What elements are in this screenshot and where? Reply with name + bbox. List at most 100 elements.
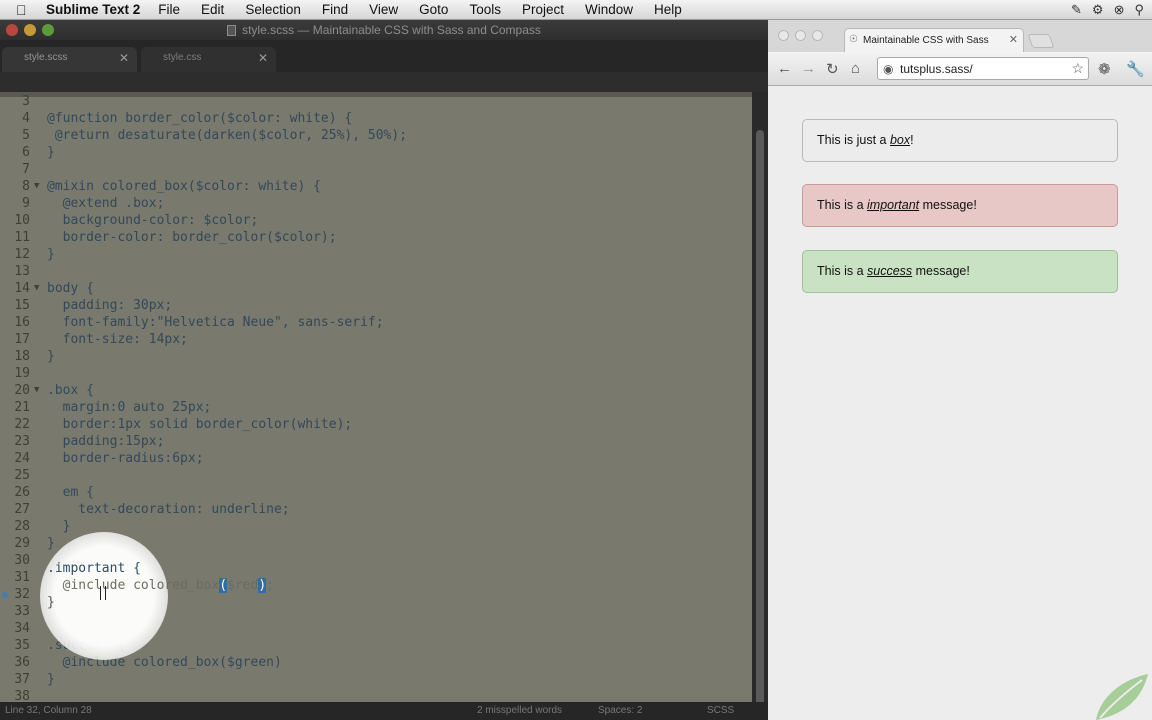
close-circle-icon[interactable]: ⊗ <box>1114 2 1125 18</box>
code-line[interactable]: 17 font-size: 14px; <box>0 331 752 348</box>
menu-project[interactable]: Project <box>522 2 564 17</box>
code-text: text-decoration: underline; <box>47 502 290 517</box>
code-text: @return desaturate(darken($color, 25%), … <box>47 128 408 143</box>
indentation-setting[interactable]: Spaces: 2 <box>598 705 642 716</box>
code-line[interactable]: 4 @function border_color($color: white) { <box>0 110 752 127</box>
editor-scrollbar-thumb[interactable] <box>756 130 764 710</box>
code-line[interactable]: 20 ▼ .box { <box>0 382 752 399</box>
fold-arrow-icon[interactable]: ▼ <box>34 178 39 195</box>
code-line[interactable]: 23 padding:15px; <box>0 433 752 450</box>
modified-line-icon <box>2 592 8 598</box>
code-line[interactable]: 13 <box>0 263 752 280</box>
code-line[interactable]: 22 border:1px solid border_color(white); <box>0 416 752 433</box>
line-number: 24 <box>14 451 30 466</box>
code-text: @extend .box; <box>47 196 165 211</box>
menu-selection[interactable]: Selection <box>245 2 301 17</box>
close-window-button[interactable] <box>6 24 18 36</box>
code-line[interactable]: 19 <box>0 365 752 382</box>
wrench-icon[interactable]: 🔧 <box>1126 60 1145 78</box>
spotlight-code-line: @include colored_box($red); <box>47 578 274 593</box>
code-line[interactable]: 26 em { <box>0 484 752 501</box>
tab-style-scss[interactable]: style.scss ✕ <box>2 47 137 72</box>
address-bar[interactable]: ◉ tutsplus.sass/ ☆ <box>877 57 1089 80</box>
close-icon[interactable]: ✕ <box>258 51 268 65</box>
code-line[interactable]: 16 font-family:"Helvetica Neue", sans-se… <box>0 314 752 331</box>
back-arrow-icon[interactable]: ← <box>777 60 792 77</box>
minimize-window-button[interactable] <box>24 24 36 36</box>
code-editor[interactable]: 3 4 @function border_color($color: white) … <box>0 92 752 720</box>
line-number: 8 <box>22 179 30 194</box>
browser-window-controls <box>778 30 823 41</box>
fold-arrow-icon[interactable]: ▼ <box>34 382 39 399</box>
menu-help[interactable]: Help <box>654 2 682 17</box>
forward-arrow-icon[interactable]: → <box>801 60 816 77</box>
code-line[interactable]: 27 text-decoration: underline; <box>0 501 752 518</box>
menu-edit[interactable]: Edit <box>201 2 224 17</box>
zoom-window-button[interactable] <box>812 30 823 41</box>
code-line[interactable]: 18} <box>0 348 752 365</box>
tab-label: style.css <box>163 52 202 63</box>
apple-menu-icon[interactable]:  <box>16 2 38 18</box>
menu-tools[interactable]: Tools <box>469 2 501 17</box>
line-number: 10 <box>14 213 30 228</box>
code-line[interactable]: 15 padding: 30px; <box>0 297 752 314</box>
code-text: padding:15px; <box>47 434 165 449</box>
menu-find[interactable]: Find <box>322 2 348 17</box>
code-line[interactable]: 24 border-radius:6px; <box>0 450 752 467</box>
search-icon[interactable]: ⚲ <box>1134 2 1144 18</box>
fold-arrow-icon[interactable]: ▼ <box>34 280 39 297</box>
code-line[interactable]: 7 <box>0 161 752 178</box>
reload-icon[interactable]: ↻ <box>826 60 839 78</box>
minimize-window-button[interactable] <box>795 30 806 41</box>
code-line[interactable]: 9 @extend .box; <box>0 195 752 212</box>
line-number: 5 <box>22 128 30 143</box>
spelling-status: 2 misspelled words <box>477 705 563 716</box>
code-text: em { <box>47 485 94 500</box>
line-number: 4 <box>22 111 30 126</box>
line-number: 12 <box>14 247 30 262</box>
tab-style-css[interactable]: style.css ✕ <box>141 47 276 72</box>
box-plain: This is just a box! <box>802 119 1118 162</box>
code-line[interactable]: 21 margin:0 auto 25px; <box>0 399 752 416</box>
code-text: background-color: $color; <box>47 213 259 228</box>
code-line[interactable]: 10 background-color: $color; <box>0 212 752 229</box>
code-line[interactable]: 12} <box>0 246 752 263</box>
code-text: } <box>47 349 55 364</box>
browser-page: This is just a box! This is a important … <box>768 86 1152 720</box>
line-number: 25 <box>14 468 30 483</box>
code-line[interactable]: 25 <box>0 467 752 484</box>
chrome-icon[interactable]: ⚙ <box>1092 2 1104 18</box>
code-line[interactable]: 11 border-color: border_color($color); <box>0 229 752 246</box>
code-line[interactable]: 37} <box>0 671 752 688</box>
code-text: @mixin colored_box($color: white) { <box>47 179 321 194</box>
editor-tabbar: style.scss ✕ style.css ✕ <box>0 40 768 72</box>
new-tab-button[interactable] <box>1027 34 1055 48</box>
menu-goto[interactable]: Goto <box>419 2 448 17</box>
close-icon[interactable]: ✕ <box>119 51 129 65</box>
bookmark-star-icon[interactable]: ☆ <box>1071 60 1084 77</box>
menu-file[interactable]: File <box>158 2 180 17</box>
browser-window: ☉ Maintainable CSS with Sass ✕ ← → ↻ ⌂ ◉… <box>768 20 1152 720</box>
code-line[interactable]: 8 ▼ @mixin colored_box($color: white) { <box>0 178 752 195</box>
pen-icon[interactable]: ✎ <box>1071 2 1082 18</box>
code-text: padding: 30px; <box>47 298 173 313</box>
extension-icon[interactable]: ❁ <box>1098 60 1111 78</box>
code-line[interactable]: 3 <box>0 93 752 110</box>
syntax-setting[interactable]: SCSS <box>707 705 734 716</box>
app-menu[interactable]: Sublime Text 2 <box>46 2 140 17</box>
tab-label: style.scss <box>24 52 68 63</box>
line-number: 23 <box>14 434 30 449</box>
code-line[interactable]: 5 @return desaturate(darken($color, 25%)… <box>0 127 752 144</box>
menu-window[interactable]: Window <box>585 2 633 17</box>
zoom-window-button[interactable] <box>42 24 54 36</box>
code-line[interactable]: 6} <box>0 144 752 161</box>
line-number: 26 <box>14 485 30 500</box>
browser-toolbar: ← → ↻ ⌂ ◉ tutsplus.sass/ ☆ ❁ 🔧 <box>768 52 1152 86</box>
menu-view[interactable]: View <box>369 2 398 17</box>
browser-tab[interactable]: ☉ Maintainable CSS with Sass ✕ <box>844 28 1024 52</box>
close-icon[interactable]: ✕ <box>1009 33 1018 46</box>
close-window-button[interactable] <box>778 30 789 41</box>
home-icon[interactable]: ⌂ <box>851 60 860 77</box>
code-line[interactable]: 14 ▼ body { <box>0 280 752 297</box>
document-icon <box>227 24 237 36</box>
